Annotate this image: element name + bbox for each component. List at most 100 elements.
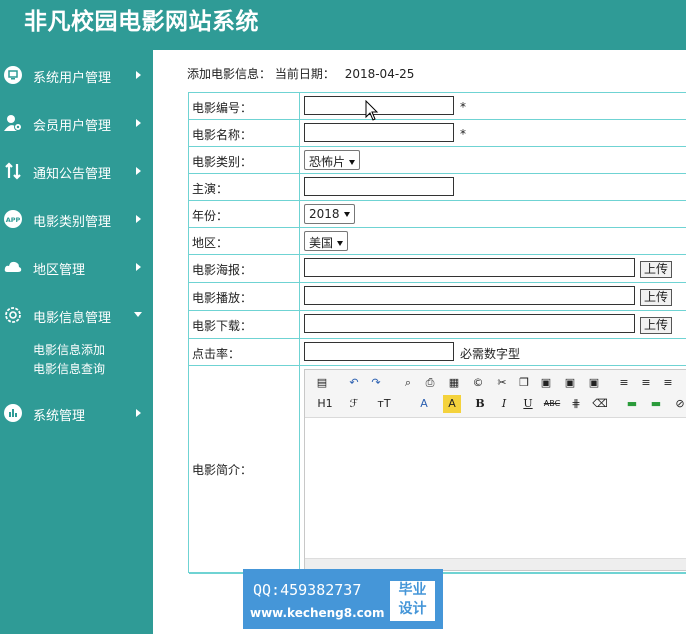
download-upload-button[interactable]: 上传 xyxy=(640,317,673,334)
region-select[interactable]: 美国 xyxy=(304,231,349,251)
font-size-button[interactable]: тT xyxy=(375,395,393,413)
year-select[interactable]: 2018 xyxy=(304,204,355,224)
movie-form: 电影编号： * 电影名称： * 电影类别： 恐怖片 主演： 年份： 2018 地… xyxy=(188,92,686,574)
form-row-movie-name: 电影名称： * xyxy=(189,120,686,147)
undo-icon[interactable]: ↶ xyxy=(345,374,363,392)
sidebar-subitem-movie-query[interactable]: 电影信息查询 xyxy=(33,360,105,377)
sidebar-item-system-users[interactable]: 系统用户管理 xyxy=(0,60,153,90)
select-value: 恐怖片 xyxy=(309,155,346,169)
sidebar-item-movie-categories[interactable]: APP 电影类别管理 xyxy=(0,204,153,234)
paste-icon[interactable]: ▣ xyxy=(537,374,555,392)
clicks-hint: 必需数字型 xyxy=(460,347,521,361)
svg-text:APP: APP xyxy=(6,216,21,224)
form-row-year: 年份： 2018 xyxy=(189,201,686,228)
sidebar-subitem-movie-add[interactable]: 电影信息添加 xyxy=(33,341,105,358)
select-value: 美国 xyxy=(309,236,334,250)
field-label: 电影名称： xyxy=(192,128,253,142)
italic-button[interactable]: I xyxy=(495,395,513,413)
app-icon: APP xyxy=(4,210,22,228)
cloud-icon xyxy=(4,261,22,272)
underline-button[interactable]: U xyxy=(519,395,537,413)
insert-flash-icon[interactable]: ▬ xyxy=(647,395,665,413)
field-label: 电影编号： xyxy=(192,101,253,115)
sidebar-item-member-users[interactable]: 会员用户管理 xyxy=(0,108,153,138)
sidebar: 系统用户管理 会员用户管理 通知公告管理 APP 电影类别管理 地区管理 电影信… xyxy=(0,50,153,634)
movie-no-input[interactable] xyxy=(304,96,454,115)
poster-upload-button[interactable]: 上传 xyxy=(640,261,673,278)
bold-button[interactable]: B xyxy=(471,395,489,413)
actor-input[interactable] xyxy=(304,177,454,196)
sidebar-item-regions[interactable]: 地区管理 xyxy=(0,252,153,282)
sidebar-item-label: 电影信息管理 xyxy=(33,311,112,326)
align-left-icon[interactable]: ≡ xyxy=(615,374,633,392)
breadcrumb: 添加电影信息： 当前日期： 2018-04-25 xyxy=(187,65,414,82)
clicks-input[interactable] xyxy=(304,342,454,361)
category-select[interactable]: 恐怖片 xyxy=(304,150,361,170)
sidebar-item-notices[interactable]: 通知公告管理 xyxy=(0,156,153,186)
heading-button[interactable]: H1 xyxy=(313,395,337,413)
font-color-button[interactable]: A xyxy=(415,395,433,413)
swap-icon xyxy=(5,162,21,180)
eraser-icon[interactable]: ⌫ xyxy=(591,395,609,413)
current-date: 2018-04-25 xyxy=(344,67,415,81)
watermark-badge: 毕业 设计 xyxy=(390,581,435,621)
field-label: 电影简介： xyxy=(192,463,253,477)
sidebar-item-label: 系统用户管理 xyxy=(33,71,112,86)
date-label: 当前日期： xyxy=(274,67,335,81)
download-input[interactable] xyxy=(304,314,635,333)
play-input[interactable] xyxy=(304,286,635,305)
align-right-icon[interactable]: ≡ xyxy=(659,374,677,392)
strikethrough-button[interactable]: ABC xyxy=(543,395,561,413)
source-icon[interactable]: ▤ xyxy=(313,374,331,392)
badge-line-1: 毕业 xyxy=(398,582,427,598)
redo-icon[interactable]: ↷ xyxy=(367,374,385,392)
app-header: 非凡校园电影网站系统 xyxy=(0,0,686,50)
code-icon[interactable]: © xyxy=(469,374,487,392)
form-row-poster: 电影海报： 上传 xyxy=(189,255,686,283)
copy-icon[interactable]: ❐ xyxy=(515,374,533,392)
sidebar-item-label: 通知公告管理 xyxy=(33,167,112,182)
gear-icon xyxy=(5,307,21,323)
required-mark: * xyxy=(460,100,466,114)
insert-link-icon[interactable]: ⊘ xyxy=(671,395,686,413)
sidebar-item-label: 会员用户管理 xyxy=(33,119,112,134)
watermark: QQ:459382737 www.kecheng8.com 毕业 设计 xyxy=(243,569,443,629)
highlight-button[interactable]: A xyxy=(443,395,461,413)
paste-text-icon[interactable]: ▣ xyxy=(561,374,579,392)
insert-image-icon[interactable]: ▬ xyxy=(623,395,641,413)
watermark-qq: QQ:459382737 xyxy=(253,581,362,599)
chevron-right-icon xyxy=(136,71,141,79)
app-title: 非凡校园电影网站系统 xyxy=(24,8,259,35)
sidebar-item-label: 电影类别管理 xyxy=(33,215,112,230)
chevron-right-icon xyxy=(136,167,141,175)
user-gear-icon xyxy=(4,115,22,131)
cut-icon[interactable]: ✂ xyxy=(493,374,511,392)
watermark-url: www.kecheng8.com xyxy=(250,606,385,620)
main-content: 添加电影信息： 当前日期： 2018-04-25 电影编号： * 电影名称： *… xyxy=(153,50,686,634)
chevron-down-icon xyxy=(134,312,142,317)
paste-word-icon[interactable]: ▣ xyxy=(585,374,603,392)
form-row-play: 电影播放： 上传 xyxy=(189,283,686,311)
field-label: 电影类别： xyxy=(192,155,253,169)
align-center-icon[interactable]: ≡ xyxy=(637,374,655,392)
print-icon[interactable]: ⎙ xyxy=(421,374,439,392)
field-label: 主演： xyxy=(192,182,229,196)
font-family-button[interactable]: ℱ xyxy=(345,395,363,413)
sidebar-item-system[interactable]: 系统管理 xyxy=(0,398,153,428)
field-label: 点击率： xyxy=(192,347,241,361)
template-icon[interactable]: ▦ xyxy=(445,374,463,392)
form-row-region: 地区： 美国 xyxy=(189,228,686,255)
form-row-movie-no: 电影编号： * xyxy=(189,93,686,120)
rich-text-editor[interactable]: ▤ ↶ ↷ ⌕ ⎙ ▦ © ✂ ❐ ▣ ▣ ▣ ≡ ≡ ≡ H1 ℱ тT A … xyxy=(304,369,686,571)
poster-input[interactable] xyxy=(304,258,635,277)
chevron-right-icon xyxy=(136,409,141,417)
sidebar-item-label: 地区管理 xyxy=(33,263,86,278)
movie-name-input[interactable] xyxy=(304,123,454,142)
sidebar-item-movie-info[interactable]: 电影信息管理 xyxy=(0,300,153,330)
form-row-category: 电影类别： 恐怖片 xyxy=(189,147,686,174)
play-upload-button[interactable]: 上传 xyxy=(640,289,673,306)
select-value: 2018 xyxy=(309,207,340,221)
horizontal-rule-icon[interactable]: ⋕ xyxy=(567,395,585,413)
chevron-right-icon xyxy=(136,119,141,127)
preview-icon[interactable]: ⌕ xyxy=(399,374,417,392)
